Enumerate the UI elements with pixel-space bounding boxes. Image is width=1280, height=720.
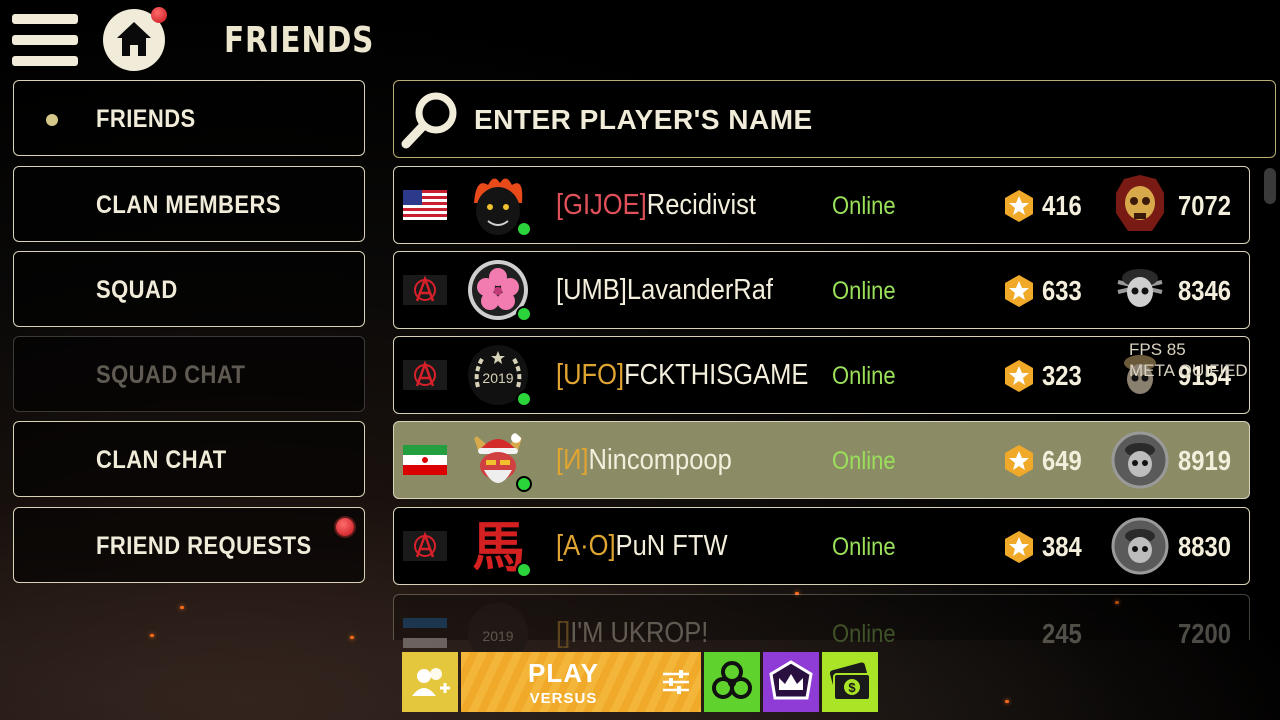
player-level: 245	[1042, 618, 1082, 649]
online-indicator	[516, 221, 532, 237]
player-status: Online	[832, 447, 896, 475]
friend-row-partial[interactable]: 2019 []I'M UKROP! Online 245 7200	[393, 594, 1250, 663]
menu-item-clan-chat[interactable]: CLAN CHAT	[13, 421, 365, 497]
player-score: 8919	[1178, 445, 1231, 476]
player-level: 416	[1042, 190, 1082, 221]
menu-item-label: CLAN CHAT	[96, 446, 227, 474]
svg-text:2019: 2019	[482, 370, 513, 386]
anarchy-flag-icon	[403, 360, 447, 390]
search-icon	[401, 92, 457, 149]
ember-particle	[350, 636, 354, 639]
player-name: [UMB]LavanderRaf	[556, 274, 774, 306]
level-star-icon	[1005, 360, 1033, 392]
page-title: FRIENDS	[224, 20, 375, 61]
friends-icon	[412, 668, 450, 696]
player-score: 8830	[1178, 531, 1231, 562]
level-star-icon	[1005, 190, 1033, 222]
ember-particle	[1005, 700, 1009, 703]
player-status: Online	[832, 533, 896, 561]
iran-flag-icon	[403, 445, 447, 475]
level-star-icon	[1005, 531, 1033, 563]
skull-beret-rank-icon	[1117, 269, 1163, 307]
notification-dot	[336, 518, 354, 536]
level-star-icon	[1005, 275, 1033, 307]
menu-item-clan-members[interactable]: CLAN MEMBERS	[13, 166, 365, 242]
level-star-icon	[1005, 445, 1033, 477]
menu-item-friend-requests[interactable]: FRIEND REQUESTS	[13, 507, 365, 583]
menu-item-label: FRIENDS	[96, 105, 196, 133]
player-name: [UFO]FCKTHISGAME	[556, 359, 809, 391]
menu-item-label: FRIEND REQUESTS	[96, 532, 312, 560]
friend-row[interactable]: [UMB]LavanderRaf Online 633 8346	[393, 251, 1250, 329]
money-icon: $	[829, 662, 871, 701]
player-name: [GIJOE]Recidivist	[556, 189, 756, 221]
notification-dot	[151, 7, 167, 23]
friend-row[interactable]: 馬 [A·O]PuN FTW Online 384 8830	[393, 507, 1250, 585]
list-scrollbar[interactable]	[1264, 168, 1276, 204]
friend-row[interactable]: 2019 [UFO]FCKTHISGAME Online 323 9154	[393, 336, 1250, 414]
online-indicator	[516, 476, 532, 492]
friends-button[interactable]	[402, 652, 458, 712]
menu-item-label: SQUAD CHAT	[96, 361, 246, 389]
active-bullet	[46, 114, 58, 126]
play-versus-button[interactable]: PLAY VERSUS	[461, 652, 701, 712]
biohazard-icon	[712, 661, 752, 699]
player-level: 323	[1042, 360, 1082, 391]
svg-text:$: $	[848, 680, 856, 695]
ember-particle	[180, 606, 184, 609]
player-status: Online	[832, 277, 896, 305]
svg-text:2019: 2019	[482, 628, 513, 644]
usa-flag-icon	[403, 190, 447, 220]
player-status: Online	[832, 362, 896, 390]
player-score: 8346	[1178, 275, 1231, 306]
home-icon	[117, 22, 151, 56]
friend-row-selected[interactable]: [И]Nincompoop Online 649 8919	[393, 421, 1250, 499]
silver-skull-rank-icon	[1111, 517, 1169, 575]
player-score: 7072	[1178, 190, 1231, 221]
biohazard-mode-button[interactable]	[704, 652, 760, 712]
player-level: 649	[1042, 445, 1082, 476]
player-name: [A·O]PuN FTW	[556, 530, 728, 562]
anarchy-flag-icon	[403, 275, 447, 305]
fps-overlay: FPS 85 META QUIFIED	[1129, 340, 1248, 380]
player-level: 633	[1042, 275, 1082, 306]
home-button[interactable]	[103, 7, 167, 71]
menu-item-label: CLAN MEMBERS	[96, 191, 281, 219]
player-score: 7200	[1178, 618, 1231, 649]
online-indicator	[516, 562, 532, 578]
play-label: PLAY	[528, 658, 599, 688]
player-name-input[interactable]	[472, 99, 1236, 141]
golden-skull-rank-icon	[1116, 175, 1164, 231]
hamburger-menu-icon[interactable]	[12, 14, 78, 66]
shop-button[interactable]: $	[822, 652, 878, 712]
crown-icon	[769, 660, 813, 700]
online-indicator	[516, 391, 532, 407]
menu-item-label: SQUAD	[96, 276, 178, 304]
silver-skull-rank-icon	[1111, 431, 1169, 489]
player-search-box[interactable]	[393, 80, 1276, 158]
player-status: Online	[832, 620, 896, 648]
menu-item-squad-chat: SQUAD CHAT	[13, 336, 365, 412]
estonia-flag-icon	[403, 618, 447, 648]
online-indicator	[516, 306, 532, 322]
anarchy-flag-icon	[403, 531, 447, 561]
play-mode-label: VERSUS	[529, 690, 598, 707]
ember-particle	[150, 634, 154, 637]
player-name: [И]Nincompoop	[556, 444, 732, 476]
player-name: []I'M UKROP!	[556, 617, 709, 649]
friend-row[interactable]: [GIJOE]Recidivist Online 416 7072	[393, 166, 1250, 244]
menu-item-squad[interactable]: SQUAD	[13, 251, 365, 327]
menu-item-friends[interactable]: FRIENDS	[13, 80, 365, 156]
clan-crown-button[interactable]	[763, 652, 819, 712]
player-level: 384	[1042, 531, 1082, 562]
settings-sliders-icon[interactable]	[661, 668, 691, 696]
player-status: Online	[832, 192, 896, 220]
